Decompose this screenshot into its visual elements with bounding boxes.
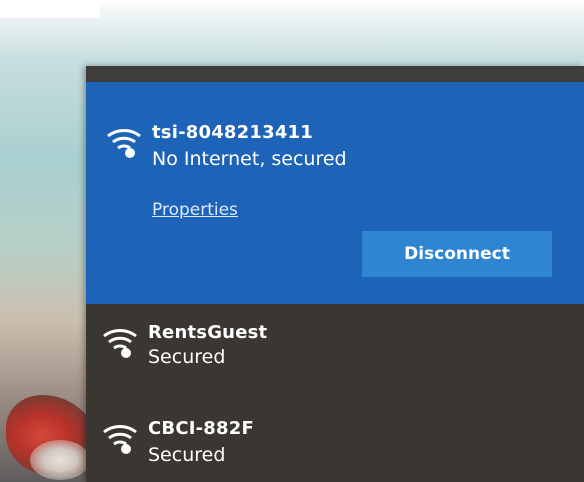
network-ssid: RentsGuest [148, 322, 268, 343]
wifi-secured-icon [104, 122, 144, 162]
disconnect-button[interactable]: Disconnect [362, 231, 552, 277]
desktop-wallpaper [0, 0, 100, 482]
network-list-item[interactable]: RentsGuest Secured [86, 304, 584, 404]
wallpaper-stone [30, 440, 90, 480]
connected-network-item[interactable]: tsi-8048213411 No Internet, secured Prop… [86, 82, 584, 304]
network-ssid: CBCI-882F [148, 418, 254, 439]
flyout-header [86, 66, 584, 82]
connected-network-ssid: tsi-8048213411 [152, 122, 314, 143]
network-flyout: tsi-8048213411 No Internet, secured Prop… [86, 66, 584, 482]
network-status: Secured [148, 444, 226, 466]
wifi-secured-icon [100, 418, 140, 458]
properties-link[interactable]: Properties [152, 200, 238, 220]
wifi-secured-icon [100, 322, 140, 362]
network-status: Secured [148, 346, 226, 368]
network-list-item[interactable]: CBCI-882F Secured [86, 404, 584, 482]
connected-network-status: No Internet, secured [152, 148, 347, 170]
wallpaper-sky [0, 0, 100, 18]
